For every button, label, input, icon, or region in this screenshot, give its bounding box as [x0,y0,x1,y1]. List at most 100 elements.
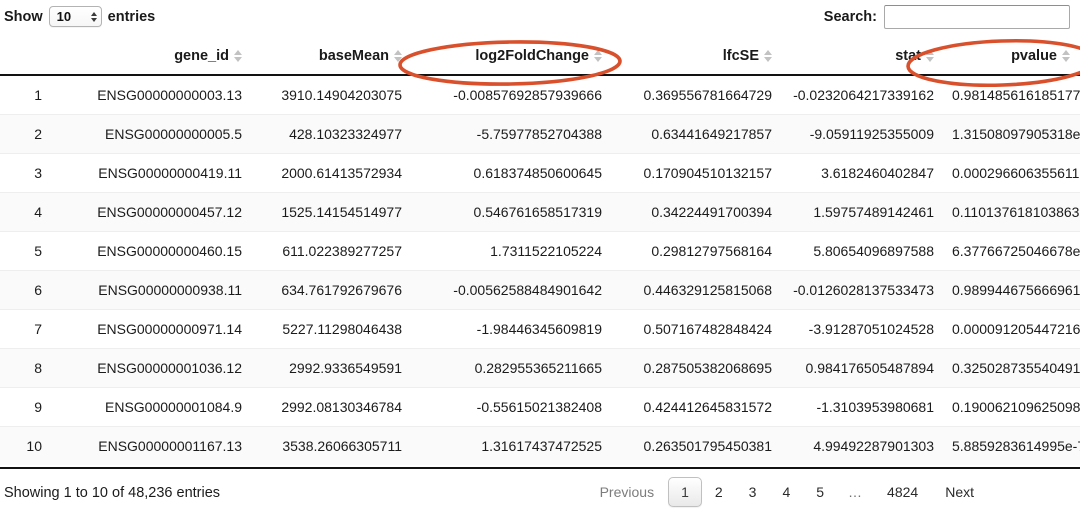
table-row: 1 ENSG00000000003.13 3910.14904203075 -0.00… [0,75,1080,115]
pagination-page-2[interactable]: 2 [702,477,736,507]
cell-gene_id: ENSG00000000419.11 [52,153,252,193]
table-footer: Showing 1 to 10 of 48,236 entries Previo… [0,467,1080,523]
cell-stat: 1.59757489142461 [782,192,944,232]
cell-baseMean: 5227.11298046438 [252,309,412,349]
sort-icon[interactable] [594,50,602,62]
cell-baseMean: 2992.9336549591 [252,348,412,388]
cell-baseMean: 634.761792679676 [252,270,412,310]
pagination-next[interactable]: Next [931,477,988,507]
cell-idx: 8 [0,348,52,388]
column-header-stat[interactable]: stat [782,41,944,76]
cell-stat: -3.91287051024528 [782,309,944,349]
cell-idx: 7 [0,309,52,349]
column-header-basemean-label: baseMean [318,48,389,64]
cell-pvalue: 1.31508097905318e-19 [944,114,1080,154]
column-header-stat-label: stat [895,48,921,64]
table-row: 6 ENSG00000000938.11 634.761792679676 -0.00… [0,270,1080,310]
column-header-lfcse[interactable]: lfcSE [612,41,782,76]
cell-stat: -0.0232064217339162 [793,87,934,103]
search-control: Search: [824,5,1070,29]
cell-log2FoldChange: 0.618374850600645 [412,153,612,193]
cell-baseMean: 2000.61413572934 [252,153,412,193]
cell-idx: 1 [34,87,42,103]
cell-log2FoldChange: -5.75977852704388 [412,114,612,154]
pagination-page-1[interactable]: 1 [668,477,702,508]
cell-baseMean: 3910.14904203075 [281,87,402,103]
sort-icon[interactable] [234,50,242,62]
sort-icon[interactable] [1062,50,1070,62]
cell-baseMean: 1525.14154514977 [252,192,412,232]
cell-stat: 5.80654096897588 [782,231,944,271]
column-header-basemean[interactable]: baseMean [252,41,412,76]
column-header-log2foldchange-label: log2FoldChange [475,48,589,64]
pagination-previous[interactable]: Previous [586,477,668,507]
cell-stat: -0.0126028137533473 [782,270,944,310]
entries-label: entries [107,8,156,25]
cell-pvalue: 6.37766725046678e-9 [944,231,1080,271]
search-label: Search: [823,9,877,25]
cell-idx: 3 [0,153,52,193]
table-controls-bar: Show 10 entries Search: [0,0,1080,40]
search-input[interactable] [884,5,1070,29]
cell-gene_id: ENSG00000001167.13 [52,426,252,465]
column-header-index [0,41,52,76]
cell-lfcSE: 0.29812797568164 [612,231,782,271]
cell-lfcSE: 0.507167482848424 [612,309,782,349]
table-row: 4 ENSG00000000457.12 1525.14154514977 0.546… [0,192,1080,232]
cell-stat: 4.99492287901303 [782,426,944,465]
table-row: 5 ENSG00000000460.15 611.022389277257 1.731… [0,231,1080,271]
sort-icon[interactable] [394,50,402,62]
cell-pvalue: 0.190062109625098 [944,387,1080,427]
cell-stat: 3.6182460402847 [782,153,944,193]
cell-idx: 6 [0,270,52,310]
cell-idx: 4 [0,192,52,232]
pagination-page-3[interactable]: 3 [736,477,770,507]
entries-per-page-select[interactable]: 10 [48,6,102,27]
cell-gene_id: ENSG00000000003.13 [97,87,242,103]
cell-baseMean: 611.022389277257 [252,231,412,271]
column-header-pvalue[interactable]: pvalue [944,41,1080,76]
stepper-arrows-icon [90,11,97,22]
cell-log2FoldChange: -0.00857692857939666 [453,87,602,103]
entries-length-control: Show 10 entries [4,6,155,27]
cell-pvalue: 0.110137618103863 [944,192,1080,232]
table-header-row: gene_id baseMean log2FoldChange lfcSE st… [0,41,1080,76]
cell-lfcSE: 0.170904510132157 [612,153,782,193]
table-row: 8 ENSG00000001036.12 2992.9336549591 0.2829… [0,348,1080,388]
column-header-gene-id[interactable]: gene_id [52,41,252,76]
cell-stat: -1.3103953980681 [782,387,944,427]
cell-baseMean: 2992.08130346784 [252,387,412,427]
cell-log2FoldChange: 0.282955365211665 [412,348,612,388]
cell-log2FoldChange: 1.31617437472525 [412,426,612,465]
cell-lfcSE: 0.263501795450381 [612,426,782,465]
sort-icon[interactable] [926,50,934,62]
pagination-page-5[interactable]: 5 [803,477,837,507]
pagination-page-4[interactable]: 4 [769,477,803,507]
sort-icon[interactable] [764,50,772,62]
chevron-up-icon [90,11,97,16]
cell-lfcSE: 0.34224491700394 [612,192,782,232]
pagination-page-last[interactable]: 4824 [874,477,931,507]
entries-per-page-value: 10 [56,9,72,24]
cell-gene_id: ENSG00000000460.15 [52,231,252,271]
show-label: Show [4,8,43,25]
column-header-pvalue-label: pvalue [1011,48,1057,64]
table-row: 3 ENSG00000000419.11 2000.61413572934 0.618… [0,153,1080,193]
cell-idx: 5 [0,231,52,271]
cell-pvalue: 5.8859283614995e-7 [944,426,1080,465]
cell-log2FoldChange: 1.7311522105224 [412,231,612,271]
table-row: 7 ENSG00000000971.14 5227.11298046438 -1.98… [0,309,1080,349]
pagination-ellipsis: … [848,484,864,500]
cell-gene_id: ENSG00000001084.9 [52,387,252,427]
cell-pvalue: 0.325028735540491 [944,348,1080,388]
table-row: 9 ENSG00000001084.9 2992.08130346784 -0.556… [0,387,1080,427]
cell-log2FoldChange: -0.00562588484901642 [412,270,612,310]
cell-gene_id: ENSG00000000971.14 [52,309,252,349]
table-info: Showing 1 to 10 of 48,236 entries [4,485,221,501]
cell-log2FoldChange: -1.98446345609819 [412,309,612,349]
cell-idx: 10 [0,426,52,465]
results-table: gene_id baseMean log2FoldChange lfcSE st… [0,41,1080,465]
cell-idx: 2 [0,114,52,154]
cell-lfcSE: 0.369556781664729 [643,87,772,103]
column-header-log2foldchange[interactable]: log2FoldChange [412,41,612,76]
